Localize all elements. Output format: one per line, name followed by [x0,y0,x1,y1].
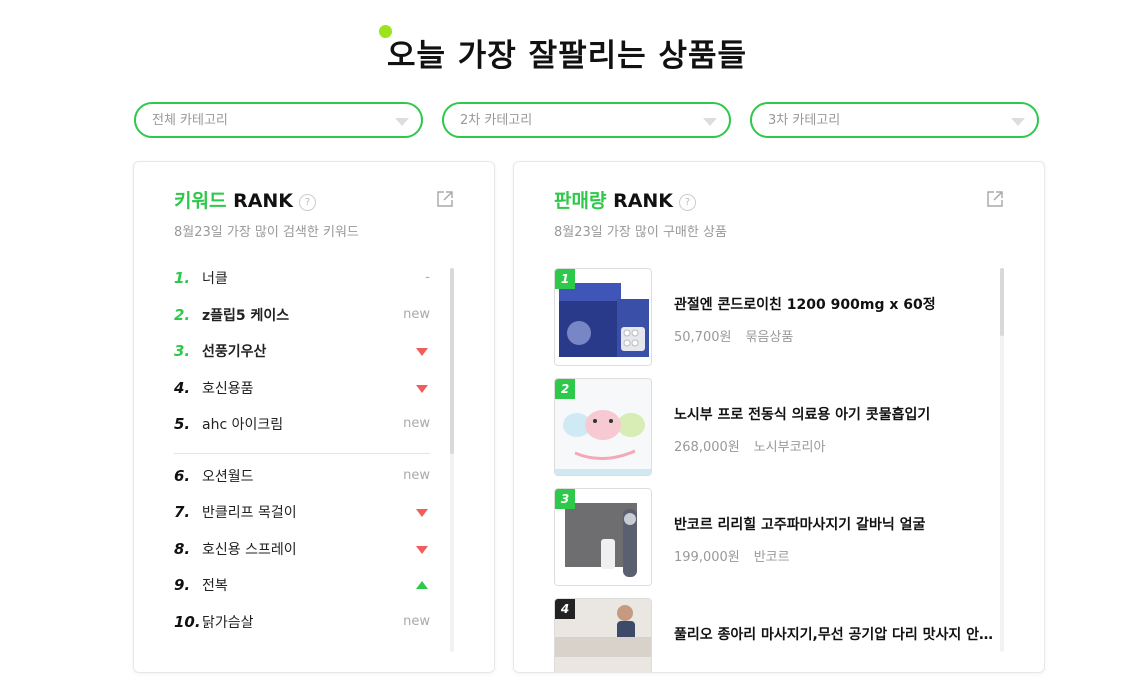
keyword-name: 전복 [202,578,228,594]
keyword-item[interactable]: 7. 반클리프 목걸이 [174,494,430,531]
external-link-icon[interactable] [436,190,454,208]
rank-down-icon [416,545,428,554]
keyword-rank-number: 4. [174,378,191,397]
keyword-item[interactable]: 3. 선풍기우산 [174,333,430,370]
product-price: 268,000원 [674,440,740,455]
sales-rank-title-accent: 판매량 [554,190,607,212]
keyword-rank-number: 9. [174,576,191,594]
keyword-list: 1. 너클 - 2. z플립5 케이스 new 3. 선풍기우산 4. 호신용품 5. a… [174,260,430,640]
rank-down-icon [416,348,428,356]
keyword-rank-number: 2. [174,305,191,324]
help-icon[interactable]: ? [679,194,697,211]
product-item[interactable]: 3 반코르 리리힐 고주파마사지기 갈바닉 얼굴 199,000원 반코르 [554,488,1014,598]
product-scrollbar-thumb[interactable] [1000,268,1004,336]
keyword-state-text: new [403,613,430,629]
keyword-item[interactable]: 8. 호신용 스프레이 [174,531,430,568]
keyword-name: 오션월드 [202,468,254,485]
keyword-item[interactable]: 10.닭가슴살 new [174,604,430,641]
sales-rank-title: 판매량 RANK? [554,186,727,213]
product-item[interactable]: 2 노시부 프로 전동식 의료용 아기 콧물흡입기 268,000원 노시부코리아 [554,378,1014,488]
rank-badge: 3 [555,489,575,509]
chevron-down-icon [703,118,717,126]
keyword-name: ahc 아이크림 [202,417,284,433]
category-select-2[interactable]: 2차 카테고리 [442,102,731,138]
keyword-state-text: new [403,306,430,322]
title-accent-dot [378,25,392,38]
keyword-rank-number: 8. [174,539,191,558]
rank-up-icon [416,581,428,589]
keyword-name: 호신용품 [202,380,254,397]
product-thumbnail[interactable]: 2 [554,378,652,476]
product-thumbnail[interactable]: 3 [554,488,652,586]
keyword-rank-number: 3. [174,342,191,360]
keyword-item[interactable]: 9. 전복 [174,567,430,604]
keyword-rank-number: 7. [174,503,191,521]
rank-badge: 1 [555,269,575,289]
keyword-rank-title: 키워드 RANK? [174,186,359,213]
keyword-state-text: new [403,416,430,431]
rank-badge: 2 [555,379,575,399]
category-select-1-placeholder: 전체 카테고리 [152,113,228,128]
product-brand: 노시부코리아 [753,440,826,455]
keyword-item[interactable]: 2. z플립5 케이스 new [174,297,430,334]
product-list: 1 관절엔 콘드로이친 1200 900mg x 60정 50,700원 묶음상품 [554,268,1014,672]
keyword-name: 호신용 스프레이 [202,541,297,558]
keyword-state-text: - [425,270,430,285]
keyword-rank-title-rest: RANK [226,190,294,212]
keyword-scrollbar[interactable] [450,268,454,652]
product-name[interactable]: 관절엔 콘드로이친 1200 900mg x 60정 [674,294,994,314]
keyword-item[interactable]: 1. 너클 - [174,260,430,297]
keyword-state-text: new [403,467,430,483]
external-link-icon[interactable] [986,190,1004,208]
keyword-item[interactable]: 5. ahc 아이크림 new [174,406,430,443]
keyword-name: 반클리프 목걸이 [202,505,297,521]
rank-badge: 4 [555,599,575,619]
keyword-rank-title-accent: 키워드 [174,190,227,212]
product-scrollbar[interactable] [1000,268,1004,652]
product-name[interactable]: 풀리오 종아리 마사지기,무선 공기압 다리 맛사지 안마기... [674,624,994,644]
rank-down-icon [416,509,428,517]
keyword-item[interactable]: 4. 호신용품 [174,370,430,407]
keyword-rank-card: 키워드 RANK? 8월23일 가장 많이 검색한 키워드 1. 너클 - 2. z… [133,161,495,673]
keyword-name: 선풍기우산 [202,344,267,360]
keyword-scrollbar-thumb[interactable] [450,268,454,454]
page-title-text: 오늘 가장 잘팔리는 상품들 [386,38,748,74]
category-select-2-placeholder: 2차 카테고리 [460,113,533,128]
product-brand: 반코르 [753,550,790,565]
sales-rank-card: 판매량 RANK? 8월23일 가장 많이 구매한 상품 1 관절엔 콘드로이친… [513,161,1045,673]
page-title: 오늘 가장 잘팔리는 상품들 [378,25,748,75]
keyword-rank-number: 6. [174,466,191,485]
keyword-rank-number: 10. [174,612,201,631]
product-thumbnail[interactable]: 4 [554,598,652,672]
chevron-down-icon [395,118,409,126]
product-price: 50,700원 [674,330,732,345]
product-name[interactable]: 노시부 프로 전동식 의료용 아기 콧물흡입기 [674,404,994,424]
category-select-3[interactable]: 3차 카테고리 [750,102,1039,138]
chevron-down-icon [1011,118,1025,126]
keyword-name: 닭가슴살 [202,614,254,631]
sales-rank-title-rest: RANK [606,190,674,212]
sales-rank-subtitle: 8월23일 가장 많이 구매한 상품 [554,225,727,240]
product-item[interactable]: 1 관절엔 콘드로이친 1200 900mg x 60정 50,700원 묶음상품 [554,268,1014,378]
product-thumbnail[interactable]: 1 [554,268,652,366]
rank-down-icon [416,384,428,393]
keyword-rank-subtitle: 8월23일 가장 많이 검색한 키워드 [174,225,359,240]
keyword-item[interactable]: 6. 오션월드 new [174,458,430,495]
help-icon[interactable]: ? [299,194,317,211]
category-select-3-placeholder: 3차 카테고리 [768,113,841,128]
keyword-name: 너클 [202,271,228,287]
keyword-divider [174,452,430,454]
product-brand: 묶음상품 [745,330,794,345]
keyword-rank-number: 5. [174,415,191,433]
keyword-name: z플립5 케이스 [202,307,290,324]
category-select-1[interactable]: 전체 카테고리 [134,102,423,138]
product-item[interactable]: 4 풀리오 종아리 마사지기,무선 공기압 다리 맛사지 안마기... [554,598,1014,672]
keyword-rank-number: 1. [174,269,191,287]
product-price: 199,000원 [674,550,740,565]
product-name[interactable]: 반코르 리리힐 고주파마사지기 갈바닉 얼굴 [674,514,994,534]
